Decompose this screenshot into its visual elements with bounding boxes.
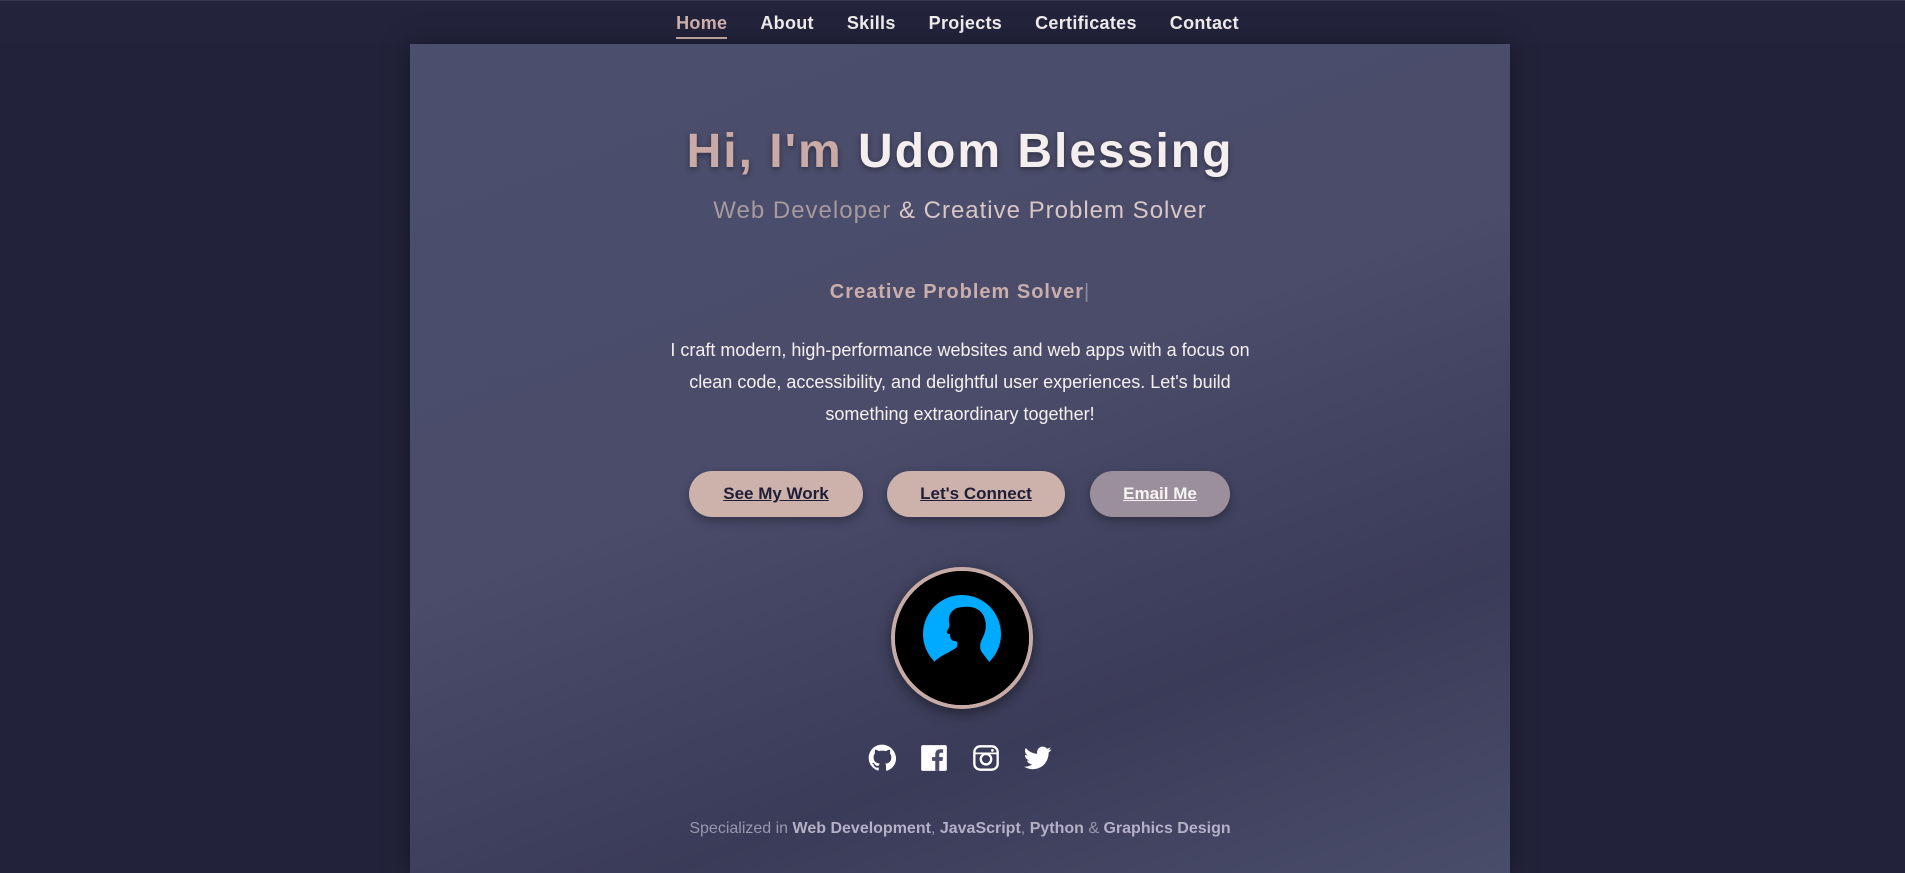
see-my-work-button[interactable]: See My Work (689, 471, 863, 517)
github-icon[interactable] (867, 743, 897, 773)
instagram-icon[interactable] (971, 743, 1001, 773)
main-nav: Home About Skills Projects Certificates … (0, 13, 1905, 39)
specialization-note: Specialized in Web Development, JavaScri… (410, 820, 1510, 838)
hero-greeting: Hi, I'm (686, 125, 843, 178)
nav-skills-link[interactable]: Skills (847, 13, 896, 39)
profile-silhouette-icon (895, 571, 1029, 705)
nav-certificates-link[interactable]: Certificates (1035, 13, 1137, 39)
nav-projects-link[interactable]: Projects (929, 13, 1002, 39)
skill-graphics-design: Graphics Design (1103, 820, 1231, 837)
hero-subtitle: Web Developer & Creative Problem Solver (410, 197, 1510, 225)
hero-title: Hi, I'm Udom Blessing (410, 124, 1510, 179)
twitter-icon[interactable] (1023, 743, 1053, 773)
hero-description: I craft modern, high-performance website… (670, 340, 1250, 424)
typed-caret: | (1084, 281, 1091, 303)
email-me-button[interactable]: Email Me (1090, 471, 1230, 517)
ampersand: & (1088, 820, 1100, 837)
subtitle-rest: & Creative Problem Solver (898, 197, 1207, 224)
nav-home-link[interactable]: Home (676, 13, 728, 39)
typed-text: Creative Problem Solver| (410, 281, 1510, 304)
avatar (891, 567, 1033, 709)
nav-contact-link[interactable]: Contact (1170, 13, 1239, 39)
separator: , (930, 820, 936, 837)
skill-python: Python (1029, 820, 1084, 837)
social-links (410, 743, 1510, 773)
separator: , (1020, 820, 1026, 837)
hero-section: Hi, I'm Udom Blessing Web Developer & Cr… (410, 44, 1510, 873)
specialized-prefix: Specialized in (689, 820, 789, 837)
nav-about-link[interactable]: About (760, 13, 813, 39)
hero-name: Udom Blessing (858, 125, 1234, 178)
facebook-icon[interactable] (919, 743, 949, 773)
subtitle-role: Web Developer (713, 197, 892, 224)
lets-connect-button[interactable]: Let's Connect (887, 471, 1065, 517)
skill-web-development: Web Development (792, 820, 931, 837)
top-navbar: Home About Skills Projects Certificates … (0, 0, 1905, 43)
typed-text-value: Creative Problem Solver (829, 281, 1084, 303)
skill-javascript: JavaScript (939, 820, 1021, 837)
